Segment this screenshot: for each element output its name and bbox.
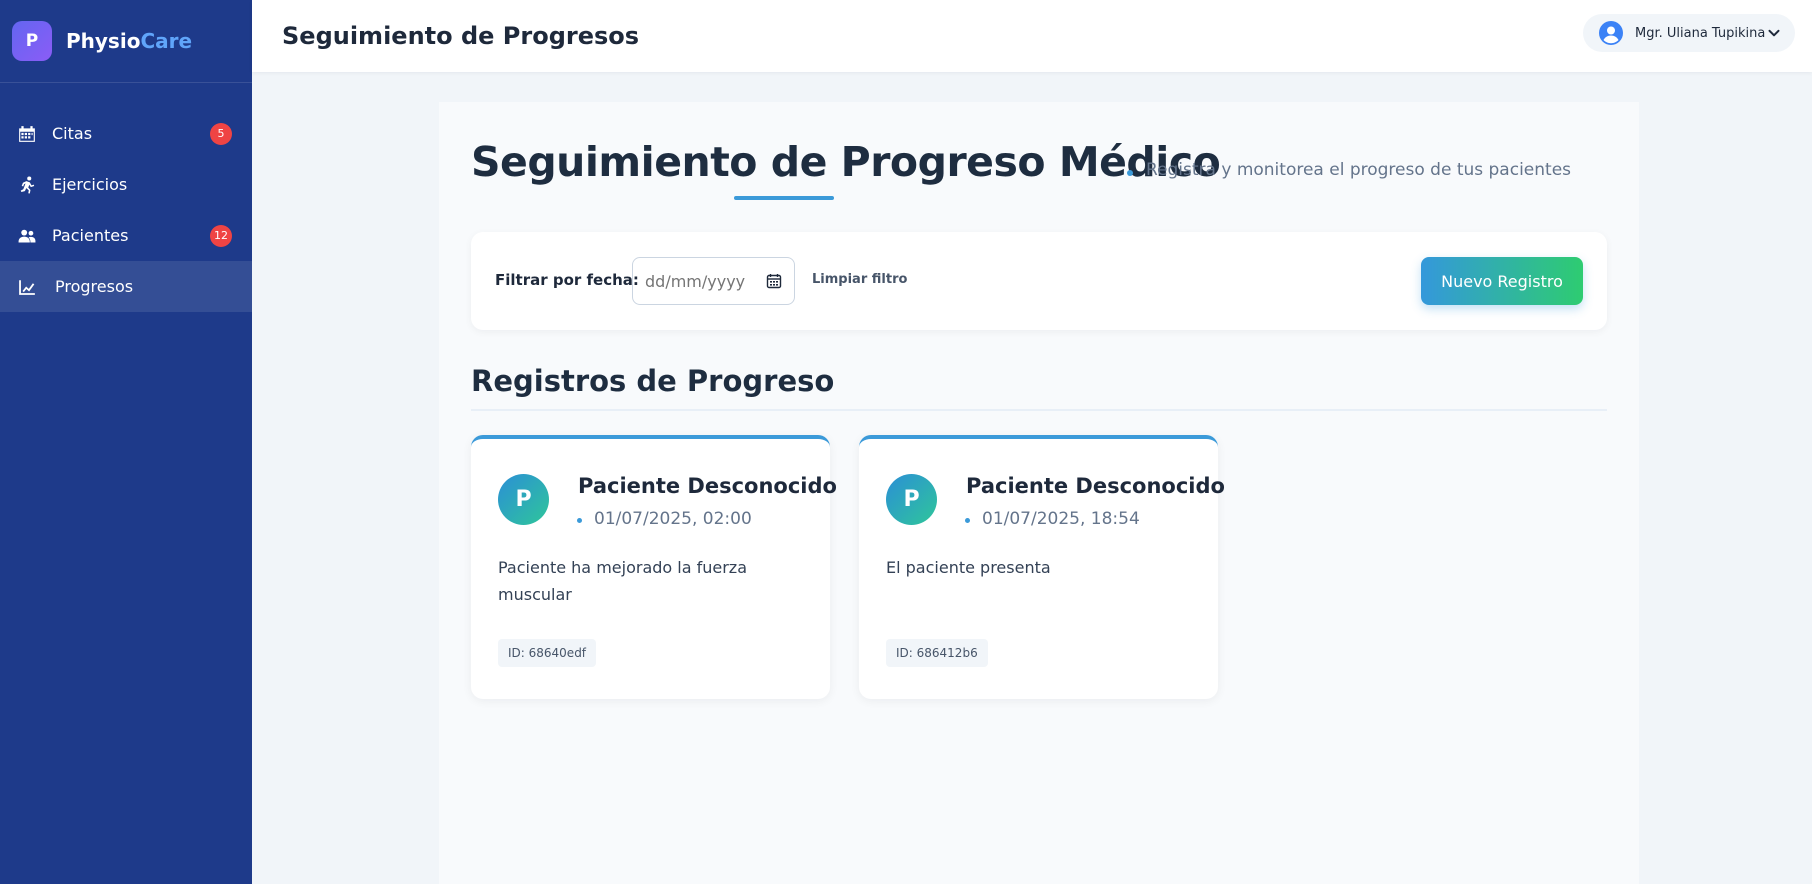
sidebar-item-pacientes[interactable]: Pacientes 12 bbox=[0, 210, 252, 261]
notification-badge: 12 bbox=[210, 224, 232, 247]
main-content: Seguimiento de Progreso Médico Registra … bbox=[439, 102, 1639, 884]
brand-name: PhysioCare bbox=[66, 29, 192, 53]
sidebar: P PhysioCare Citas 5 Ejercicios Paciente… bbox=[0, 0, 252, 884]
user-circle-icon bbox=[1599, 21, 1623, 45]
brand[interactable]: P PhysioCare bbox=[0, 0, 252, 83]
sidebar-item-label: Pacientes bbox=[52, 226, 129, 245]
section-title: Registros de Progreso bbox=[471, 364, 835, 398]
sidebar-item-progresos[interactable]: Progresos bbox=[0, 261, 252, 312]
date-field[interactable] bbox=[645, 271, 755, 291]
patient-name: Paciente Desconocido bbox=[578, 474, 837, 498]
header-title: Seguimiento de Progresos bbox=[282, 22, 640, 50]
sidebar-item-label: Citas bbox=[52, 124, 93, 143]
brand-name-part2: Care bbox=[140, 29, 193, 53]
running-icon bbox=[17, 175, 37, 195]
top-header: Seguimiento de Progresos Mgr. Uliana Tup… bbox=[252, 0, 1812, 72]
calendar-picker-icon[interactable] bbox=[766, 273, 782, 289]
record-card[interactable]: P Paciente Desconocido 01/07/2025, 18:54… bbox=[859, 435, 1225, 699]
calendar-icon bbox=[17, 124, 37, 144]
brand-name-part1: Physio bbox=[66, 29, 141, 53]
sidebar-item-ejercicios[interactable]: Ejercicios bbox=[0, 159, 252, 210]
record-card[interactable]: P Paciente Desconocido 01/07/2025, 02:00… bbox=[471, 435, 837, 699]
brand-logo: P bbox=[12, 21, 52, 61]
filter-label: Filtrar por fecha: bbox=[495, 271, 639, 289]
clear-filter-link[interactable]: Limpiar filtro bbox=[812, 272, 907, 287]
record-date: 01/07/2025, 18:54 bbox=[965, 509, 1140, 529]
patient-name: Paciente Desconocido bbox=[966, 474, 1225, 498]
sidebar-nav: Citas 5 Ejercicios Pacientes 12 Progreso… bbox=[0, 108, 252, 312]
chevron-down-icon bbox=[1767, 26, 1781, 40]
section-divider bbox=[471, 409, 1607, 411]
sidebar-item-label: Progresos bbox=[55, 277, 134, 296]
record-id-badge: ID: 686412b6 bbox=[886, 639, 988, 667]
user-name: Mgr. Uliana Tupikina bbox=[1635, 25, 1766, 41]
avatar: P bbox=[498, 474, 549, 525]
filter-bar: Filtrar por fecha: Limpiar filtro Nuevo … bbox=[471, 232, 1607, 330]
date-filter-input[interactable] bbox=[632, 257, 795, 305]
users-icon bbox=[17, 226, 37, 246]
record-notes: El paciente presenta bbox=[886, 558, 1051, 577]
record-id-badge: ID: 68640edf bbox=[498, 639, 597, 667]
user-menu[interactable]: Mgr. Uliana Tupikina bbox=[1583, 14, 1795, 52]
avatar: P bbox=[886, 474, 937, 525]
page-subtitle: Registra y monitorea el progreso de tus … bbox=[1126, 160, 1572, 180]
record-notes: Paciente ha mejorado la fuerza muscular bbox=[498, 558, 748, 604]
new-record-button[interactable]: Nuevo Registro bbox=[1421, 257, 1583, 305]
sidebar-item-label: Ejercicios bbox=[52, 175, 128, 194]
record-date: 01/07/2025, 02:00 bbox=[577, 509, 752, 529]
notification-badge: 5 bbox=[210, 122, 232, 145]
title-underline bbox=[734, 196, 834, 200]
page-title: Seguimiento de Progreso Médico bbox=[471, 138, 1221, 186]
chart-line-icon bbox=[17, 277, 37, 297]
sidebar-item-citas[interactable]: Citas 5 bbox=[0, 108, 252, 159]
